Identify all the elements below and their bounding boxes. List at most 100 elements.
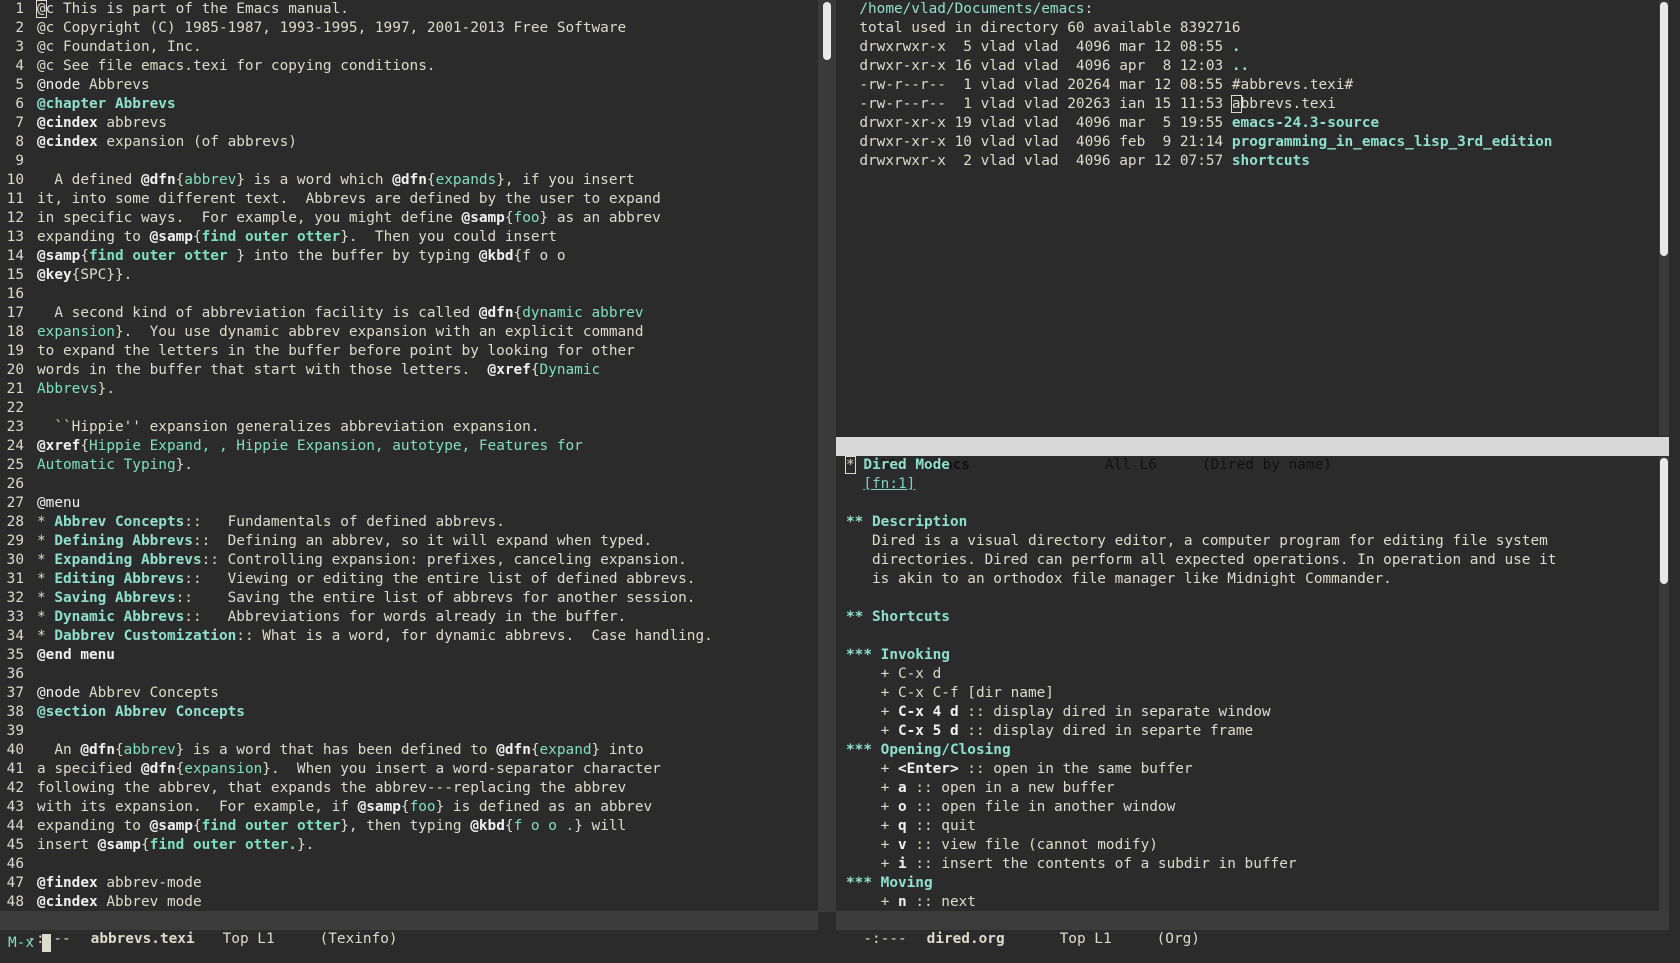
texinfo-line[interactable]: 3@c Foundation, Inc. — [2, 38, 713, 57]
texinfo-line[interactable]: 6@chapter Abbrevs — [2, 95, 713, 114]
left-window-texinfo[interactable]: 1@c This is part of the Emacs manual.2@c… — [0, 0, 818, 912]
dired-entry[interactable]: drwxr-xr-x 16 vlad vlad 4096 apr 8 12:03… — [842, 57, 1552, 76]
org-line[interactable]: + C-x d — [846, 665, 1556, 684]
texinfo-line[interactable]: 34* Dabbrev Customization:: What is a wo… — [2, 627, 713, 646]
org-line[interactable]: *** Opening/Closing — [846, 741, 1556, 760]
texinfo-line[interactable]: 31* Editing Abbrevs:: Viewing or editing… — [2, 570, 713, 589]
texinfo-line[interactable]: 43with its expansion. For example, if @s… — [2, 798, 713, 817]
org-line[interactable]: ** Shortcuts — [846, 608, 1556, 627]
texinfo-line[interactable]: 35@end menu — [2, 646, 713, 665]
minibuffer[interactable]: M-x — [0, 931, 51, 955]
org-line[interactable]: ** Description — [846, 513, 1556, 532]
org-line[interactable] — [846, 494, 1556, 513]
org-line[interactable]: + C-x 4 d :: display dired in separate w… — [846, 703, 1556, 722]
org-line[interactable]: + C-x 5 d :: display dired in separte fr… — [846, 722, 1556, 741]
texinfo-line[interactable]: 22 — [2, 399, 713, 418]
org-line[interactable]: * Dired Mode — [846, 456, 1556, 475]
texinfo-line[interactable]: 2@c Copyright (C) 1985-1987, 1993-1995, … — [2, 19, 713, 38]
texinfo-line[interactable]: 23 ``Hippie'' expansion generalizes abbr… — [2, 418, 713, 437]
texinfo-line[interactable]: 1@c This is part of the Emacs manual. — [2, 0, 713, 19]
texinfo-line[interactable]: 8@cindex expansion (of abbrevs) — [2, 133, 713, 152]
org-line[interactable] — [846, 589, 1556, 608]
left-scrollbar[interactable] — [822, 0, 832, 911]
dired-scrollbar[interactable] — [1659, 0, 1669, 436]
texinfo-line[interactable]: 24@xref{Hippie Expand, , Hippie Expansio… — [2, 437, 713, 456]
texinfo-line[interactable]: 18expansion}. You use dynamic abbrev exp… — [2, 323, 713, 342]
line-number: 36 — [2, 665, 24, 684]
texinfo-line[interactable]: 37@node Abbrev Concepts — [2, 684, 713, 703]
texinfo-line[interactable]: 10 A defined @dfn{abbrev} is a word whic… — [2, 171, 713, 190]
texinfo-line[interactable]: 45insert @samp{find outer otter.}. — [2, 836, 713, 855]
texinfo-line[interactable]: 39 — [2, 722, 713, 741]
texinfo-line[interactable]: 36 — [2, 665, 713, 684]
org-line[interactable]: + i :: insert the contents of a subdir i… — [846, 855, 1556, 874]
texinfo-line[interactable]: 4@c See file emacs.texi for copying cond… — [2, 57, 713, 76]
texinfo-line[interactable]: 41a specified @dfn{expansion}. When you … — [2, 760, 713, 779]
org-line[interactable]: + n :: next — [846, 893, 1556, 911]
texinfo-line[interactable]: 16 — [2, 285, 713, 304]
texinfo-line[interactable]: 17 A second kind of abbreviation facilit… — [2, 304, 713, 323]
dired-buffer-text[interactable]: /home/vlad/Documents/emacs: total used i… — [842, 0, 1552, 171]
dired-entry[interactable]: -rw-r--r-- 1 vlad vlad 20263 ian 15 11:5… — [842, 95, 1552, 114]
texinfo-line[interactable]: 9 — [2, 152, 713, 171]
org-line[interactable]: + q :: quit — [846, 817, 1556, 836]
dired-entry[interactable]: /home/vlad/Documents/emacs: — [842, 0, 1552, 19]
texinfo-line[interactable]: 40 An @dfn{abbrev} is a word that has be… — [2, 741, 713, 760]
text-span: + — [846, 704, 898, 720]
left-scrollbar-thumb[interactable] — [823, 2, 831, 60]
dired-entry[interactable]: -rw-r--r-- 1 vlad vlad 20264 mar 12 08:5… — [842, 76, 1552, 95]
texinfo-line[interactable]: 7@cindex abbrevs — [2, 114, 713, 133]
texinfo-line[interactable]: 26 — [2, 475, 713, 494]
texinfo-line[interactable]: 29* Defining Abbrevs:: Defining an abbre… — [2, 532, 713, 551]
org-line[interactable]: + <Enter> :: open in the same buffer — [846, 760, 1556, 779]
dired-entry[interactable]: drwxr-xr-x 10 vlad vlad 4096 feb 9 21:14… — [842, 133, 1552, 152]
texinfo-line[interactable]: 25Automatic Typing}. — [2, 456, 713, 475]
org-line[interactable] — [846, 627, 1556, 646]
dired-entry[interactable]: drwxrwxr-x 5 vlad vlad 4096 mar 12 08:55… — [842, 38, 1552, 57]
org-buffer-text[interactable]: * Dired Mode [fn:1] ** Description Dired … — [846, 456, 1556, 911]
texinfo-line[interactable]: 30* Expanding Abbrevs:: Controlling expa… — [2, 551, 713, 570]
org-window[interactable]: * Dired Mode [fn:1] ** Description Dired … — [836, 456, 1658, 911]
texinfo-line[interactable]: 28* Abbrev Concepts:: Fundamentals of de… — [2, 513, 713, 532]
org-line[interactable]: [fn:1] — [846, 475, 1556, 494]
dired-entry[interactable]: drwxrwxr-x 2 vlad vlad 4096 apr 12 07:57… — [842, 152, 1552, 171]
texinfo-line[interactable]: 19to expand the letters in the buffer be… — [2, 342, 713, 361]
texinfo-line[interactable]: 12in specific ways. For example, you mig… — [2, 209, 713, 228]
org-scrollbar-thumb[interactable] — [1660, 458, 1668, 584]
texinfo-line[interactable]: 14@samp{find outer otter } into the buff… — [2, 247, 713, 266]
texinfo-line[interactable]: 33* Dynamic Abbrevs:: Abbreviations for … — [2, 608, 713, 627]
org-line[interactable]: + C-x C-f [dir name] — [846, 684, 1556, 703]
org-line[interactable]: + v :: view file (cannot modify) — [846, 836, 1556, 855]
texinfo-line[interactable]: 27@menu — [2, 494, 713, 513]
left-modeline[interactable]: -:---abbrevs.texiTop L1(Texinfo) — [0, 911, 818, 930]
texinfo-line[interactable]: 13expanding to @samp{find outer otter}. … — [2, 228, 713, 247]
texinfo-line[interactable]: 44expanding to @samp{find outer otter}, … — [2, 817, 713, 836]
texinfo-line[interactable]: 47@findex abbrev-mode — [2, 874, 713, 893]
text-span: } into the buffer by typing — [236, 248, 479, 264]
texinfo-line[interactable]: 5@node Abbrevs — [2, 76, 713, 95]
texinfo-line[interactable]: 11it, into some different text. Abbrevs … — [2, 190, 713, 209]
org-modeline[interactable]: -:---dired.orgTop L1(Org) — [836, 911, 1669, 930]
texinfo-line[interactable]: 21Abbrevs}. — [2, 380, 713, 399]
dired-entry[interactable]: drwxr-xr-x 19 vlad vlad 4096 mar 5 19:55… — [842, 114, 1552, 133]
texinfo-line[interactable]: 32* Saving Abbrevs:: Saving the entire l… — [2, 589, 713, 608]
org-line[interactable]: + o :: open file in another window — [846, 798, 1556, 817]
texinfo-line[interactable]: 15@key{SPC}}. — [2, 266, 713, 285]
org-scrollbar[interactable] — [1659, 456, 1669, 911]
org-line[interactable]: *** Moving — [846, 874, 1556, 893]
texinfo-line[interactable]: 46 — [2, 855, 713, 874]
texinfo-line[interactable]: 20words in the buffer that start with th… — [2, 361, 713, 380]
org-line[interactable]: *** Invoking — [846, 646, 1556, 665]
texinfo-line[interactable]: 42following the abbrev, that expands the… — [2, 779, 713, 798]
dired-window[interactable]: /home/vlad/Documents/emacs: total used i… — [836, 0, 1658, 436]
org-line[interactable]: directories. Dired can perform all expec… — [846, 551, 1556, 570]
texinfo-buffer-text[interactable]: 1@c This is part of the Emacs manual.2@c… — [2, 0, 713, 912]
dired-modeline[interactable]: U:%%-emacsAll L6(Dired by name) — [836, 437, 1669, 456]
org-line[interactable]: is akin to an orthodox file manager like… — [846, 570, 1556, 589]
texinfo-line[interactable]: 38@section Abbrev Concepts — [2, 703, 713, 722]
dired-scrollbar-thumb[interactable] — [1660, 2, 1668, 256]
org-line[interactable]: Dired is a visual directory editor, a co… — [846, 532, 1556, 551]
org-line[interactable]: + a :: open in a new buffer — [846, 779, 1556, 798]
texinfo-line[interactable]: 48@cindex Abbrev mode — [2, 893, 713, 912]
dired-entry[interactable]: total used in directory 60 available 839… — [842, 19, 1552, 38]
